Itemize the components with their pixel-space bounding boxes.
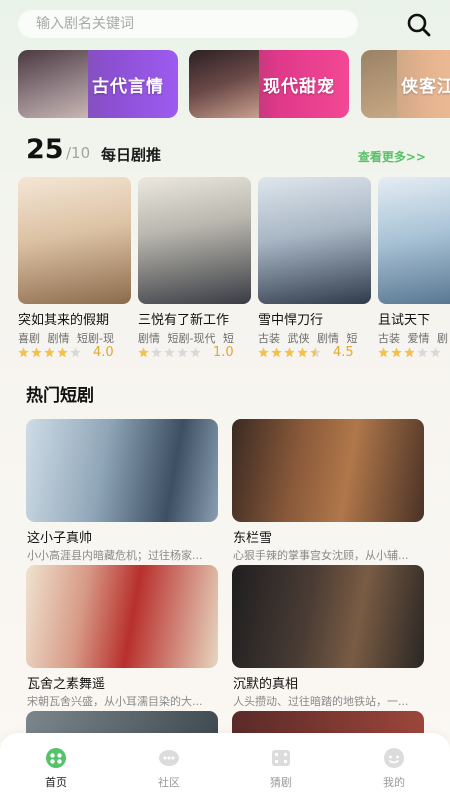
category-label: 侠客江 <box>401 76 450 97</box>
daily-card[interactable]: 三悦有了新工作 剧情 短剧-现代 短 1.0 <box>138 177 251 360</box>
search-field[interactable] <box>18 10 358 38</box>
category-label: 现代甜宠 <box>263 76 335 97</box>
drama-poster <box>258 177 371 304</box>
guess-drama-icon <box>272 750 290 766</box>
category-card-ancient-romance[interactable]: 古代言情 <box>18 50 178 118</box>
profile-icon <box>384 748 404 768</box>
section-title-hot: 热门短剧 <box>26 386 94 406</box>
star-icon <box>18 347 29 358</box>
star-icon <box>404 347 415 358</box>
drama-title: 且试天下 <box>378 313 431 328</box>
drama-poster <box>26 565 218 668</box>
drama-title: 这小子真帅 <box>27 531 93 546</box>
daily-card[interactable]: 且试天下 古装 爱情 剧 <box>378 177 450 358</box>
tab-community[interactable]: 社区 <box>139 747 199 790</box>
hot-drama-card[interactable]: 东栏雪 心狠手辣的掌事宫女沈顾，从小辅... <box>232 419 424 562</box>
date-day: 25 <box>26 134 64 165</box>
tab-label: 猜剧 <box>270 776 292 789</box>
category-card-wuxia[interactable]: 侠客江 <box>361 50 450 118</box>
bottom-tab-bar: 首页 社区 猜剧 我的 <box>0 733 450 800</box>
star-icon <box>310 347 321 358</box>
category-strip: 古代言情 现代甜宠 侠客江 <box>18 50 450 118</box>
drama-description: 人头攒动、过往暗踏的地铁站，一... <box>233 695 409 708</box>
tab-home[interactable]: 首页 <box>26 747 86 790</box>
drama-description: 心狠手辣的掌事宫女沈顾，从小辅... <box>233 549 409 562</box>
hot-drama-card[interactable]: 这小子真帅 小小高涯县内暗藏危机；过往杨家... <box>26 419 218 562</box>
rating-score: 1.0 <box>213 345 234 360</box>
star-icon <box>271 347 282 358</box>
community-icon <box>159 750 179 766</box>
star-icon <box>417 347 428 358</box>
view-more-link[interactable]: 查看更多>> <box>358 148 426 165</box>
daily-card[interactable]: 突如其来的假期 喜剧 剧情 短剧-现 4.0 <box>18 177 131 360</box>
star-icon <box>70 347 81 358</box>
tab-label: 社区 <box>158 776 180 789</box>
section-title-daily: 每日剧推 <box>101 146 162 164</box>
drama-title: 三悦有了新工作 <box>138 313 230 328</box>
category-label: 古代言情 <box>92 76 164 97</box>
drama-title: 雪中悍刀行 <box>258 313 324 328</box>
daily-card[interactable]: 雪中悍刀行 古装 武侠 剧情 短 4.5 <box>258 177 371 360</box>
star-icon <box>258 347 269 358</box>
star-icon <box>391 347 402 358</box>
drama-title: 突如其来的假期 <box>18 313 110 328</box>
category-card-modern-romance[interactable]: 现代甜宠 <box>189 50 349 118</box>
drama-description: 小小高涯县内暗藏危机；过往杨家... <box>27 549 203 562</box>
drama-tags: 喜剧 剧情 短剧-现 <box>18 332 114 345</box>
drama-title: 瓦舍之素舞遥 <box>27 677 106 692</box>
search-input[interactable] <box>36 16 358 32</box>
tab-profile[interactable]: 我的 <box>364 747 424 790</box>
category-thumbnail <box>189 50 259 118</box>
drama-tags: 古装 爱情 剧 <box>378 332 448 345</box>
drama-poster <box>18 177 131 304</box>
rating-score: 4.5 <box>333 345 354 360</box>
star-icon <box>164 347 175 358</box>
tab-label: 我的 <box>383 776 405 789</box>
star-icon <box>284 347 295 358</box>
drama-tags: 剧情 短剧-现代 短 <box>138 332 234 345</box>
star-icon <box>57 347 68 358</box>
star-icon <box>190 347 201 358</box>
hot-drama-card[interactable]: 瓦舍之素舞遥 宋朝瓦舍兴盛，从小耳濡目染的大... <box>26 565 218 708</box>
drama-poster <box>378 177 450 304</box>
star-icon <box>138 347 149 358</box>
star-icon <box>430 347 441 358</box>
star-icon <box>151 347 162 358</box>
star-icon <box>177 347 188 358</box>
star-rating: 1.0 <box>138 345 258 361</box>
drama-poster <box>232 565 424 668</box>
home-icon <box>46 748 66 768</box>
tab-guess-drama[interactable]: 猜剧 <box>251 747 311 790</box>
date-month: /10 <box>66 144 91 162</box>
star-icon <box>44 347 55 358</box>
star-icon <box>378 347 389 358</box>
daily-recommend-list: 突如其来的假期 喜剧 剧情 短剧-现 4.0 三悦有了新工作 剧情 短剧-现代 … <box>18 177 450 362</box>
daily-header: 25 /10 每日剧推 查看更多>> <box>26 134 426 166</box>
category-thumbnail <box>18 50 88 118</box>
tab-label: 首页 <box>45 776 67 789</box>
drama-title: 沉默的真相 <box>233 677 299 692</box>
star-rating <box>378 345 450 361</box>
star-rating: 4.5 <box>258 345 378 361</box>
drama-poster <box>232 419 424 522</box>
star-icon <box>31 347 42 358</box>
hot-drama-card[interactable]: 沉默的真相 人头攒动、过往暗踏的地铁站，一... <box>232 565 424 708</box>
star-icon <box>297 347 308 358</box>
drama-poster <box>138 177 251 304</box>
search-bar <box>18 10 432 40</box>
drama-title: 东栏雪 <box>233 531 273 546</box>
category-thumbnail <box>361 50 397 118</box>
drama-description: 宋朝瓦舍兴盛，从小耳濡目染的大... <box>27 695 203 708</box>
drama-tags: 古装 武侠 剧情 短 <box>258 332 358 345</box>
drama-poster <box>26 419 218 522</box>
rating-score: 4.0 <box>93 345 114 360</box>
search-icon[interactable] <box>406 12 432 38</box>
star-rating: 4.0 <box>18 345 138 361</box>
